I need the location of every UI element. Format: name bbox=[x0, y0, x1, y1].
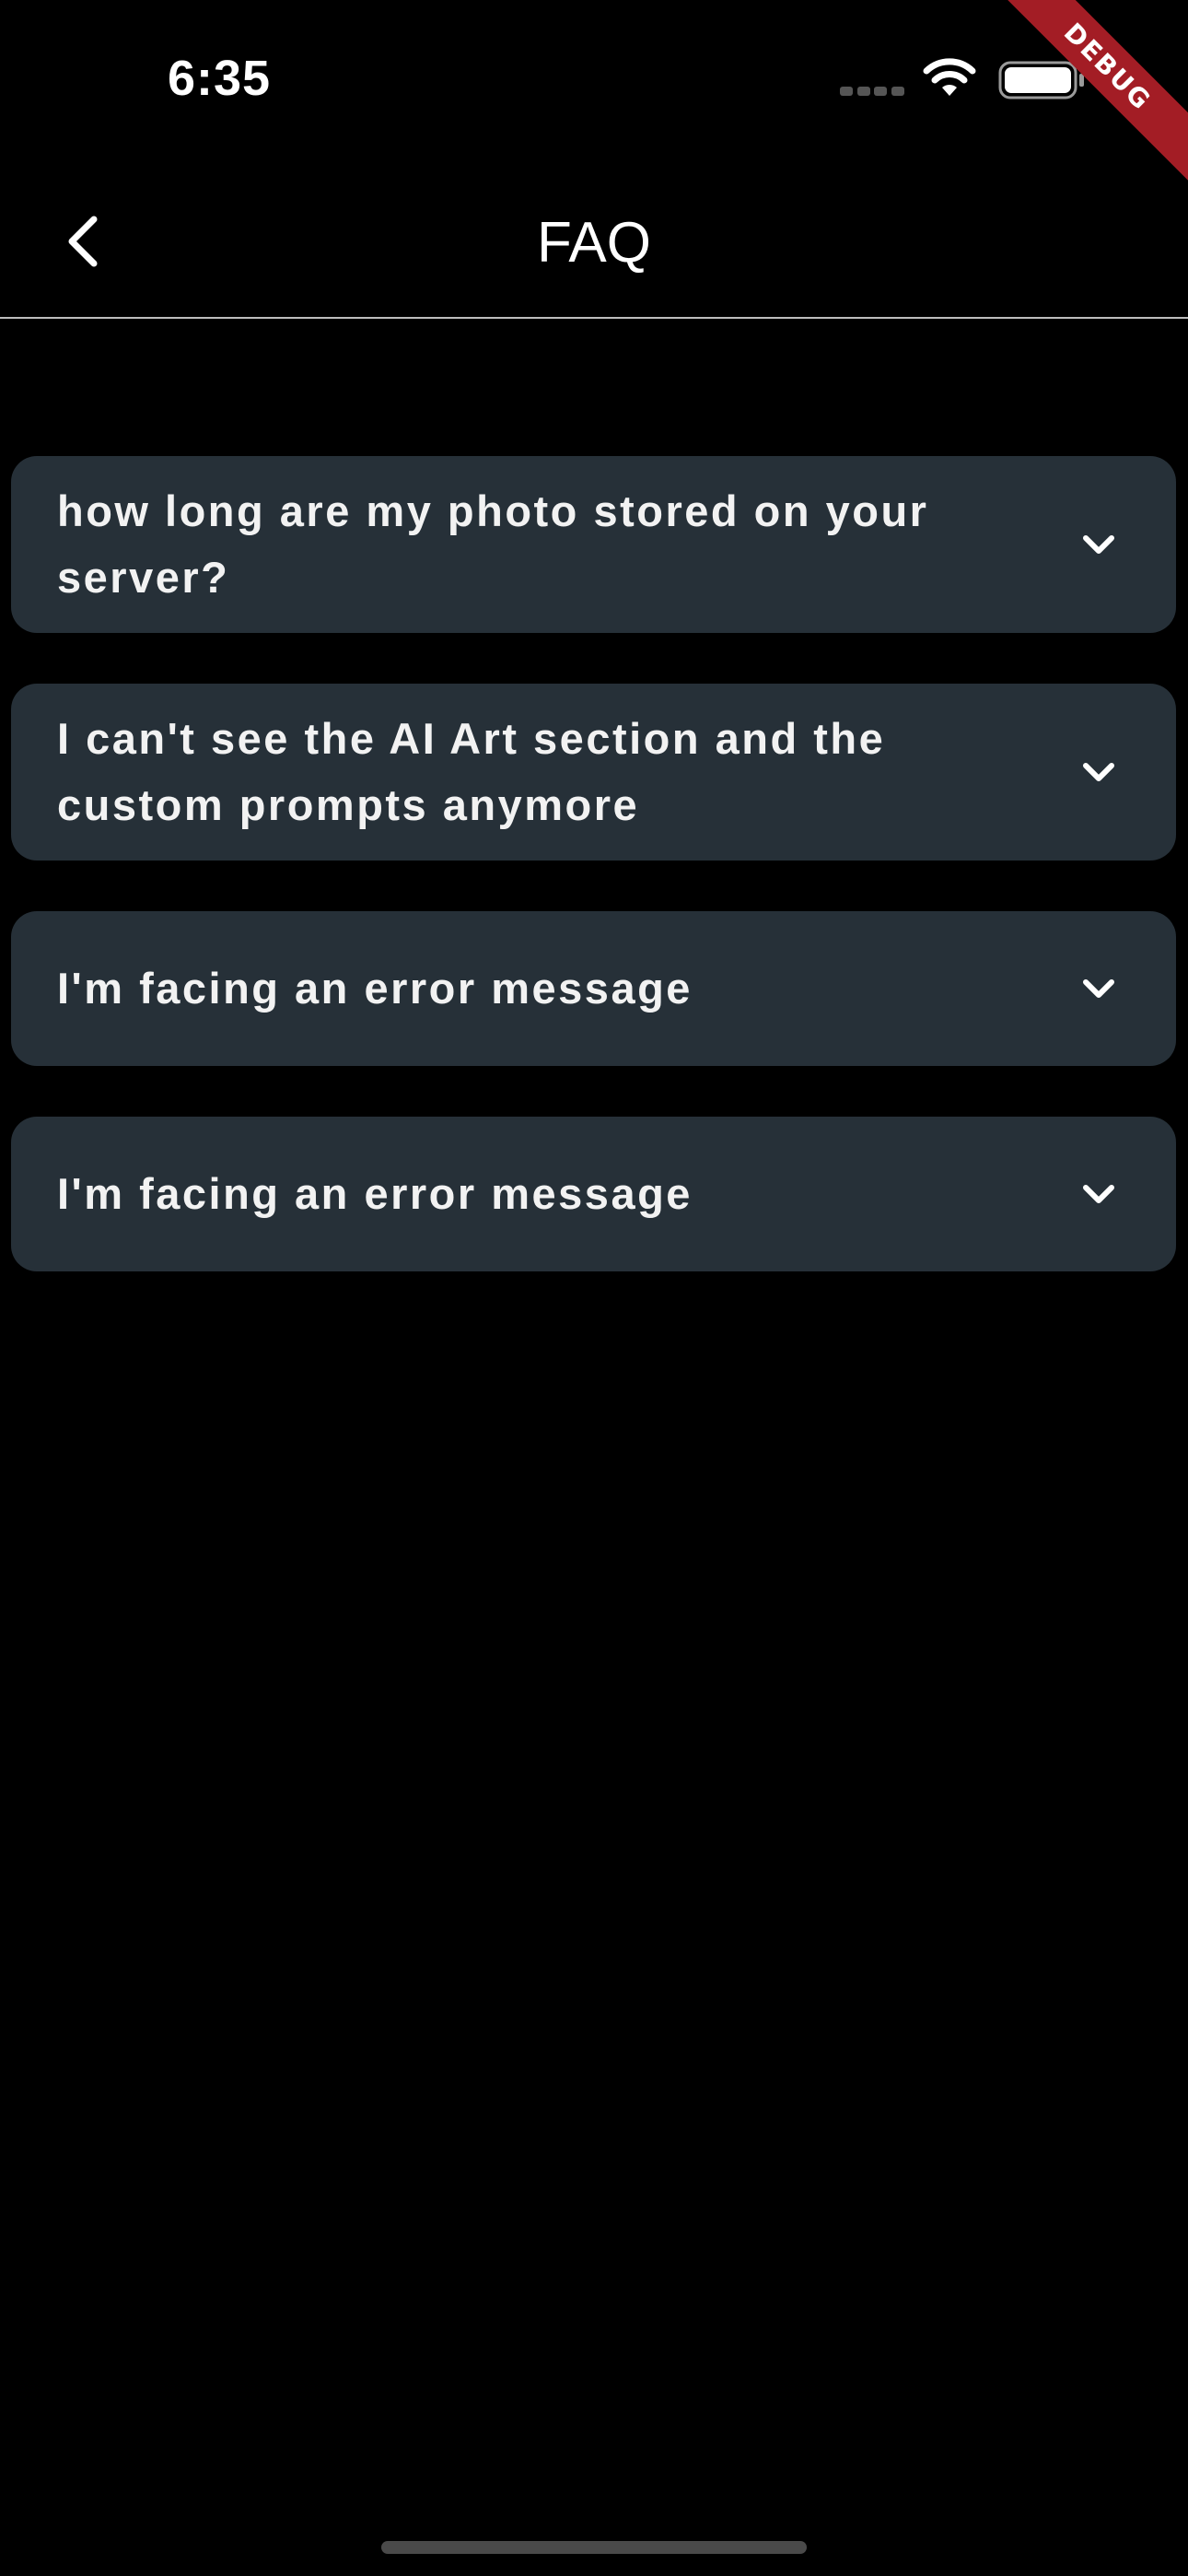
navigation-bar: FAQ bbox=[0, 175, 1188, 319]
status-bar: 6:35 bbox=[0, 0, 1188, 157]
chevron-down-icon[interactable] bbox=[1077, 522, 1121, 567]
faq-item[interactable]: I can't see the AI Art section and the c… bbox=[11, 684, 1176, 861]
chevron-down-icon[interactable] bbox=[1077, 750, 1121, 794]
page-title: FAQ bbox=[536, 211, 652, 275]
faq-question: I'm facing an error message bbox=[57, 964, 693, 1013]
status-time: 6:35 bbox=[168, 51, 272, 106]
wifi-icon bbox=[923, 58, 976, 96]
faq-item[interactable]: I'm facing an error message bbox=[11, 1117, 1176, 1271]
faq-question: I'm facing an error message bbox=[57, 1169, 693, 1218]
faq-list: how long are my photo stored on your ser… bbox=[11, 456, 1176, 1322]
faq-item[interactable]: how long are my photo stored on your ser… bbox=[11, 456, 1176, 633]
chevron-down-icon[interactable] bbox=[1077, 1172, 1121, 1216]
faq-item[interactable]: I'm facing an error message bbox=[11, 911, 1176, 1066]
faq-question: I can't see the AI Art section and the c… bbox=[57, 714, 886, 829]
faq-question: how long are my photo stored on your ser… bbox=[57, 486, 929, 602]
chevron-down-icon[interactable] bbox=[1077, 966, 1121, 1011]
signal-icon bbox=[840, 87, 904, 98]
home-indicator[interactable] bbox=[381, 2541, 807, 2554]
